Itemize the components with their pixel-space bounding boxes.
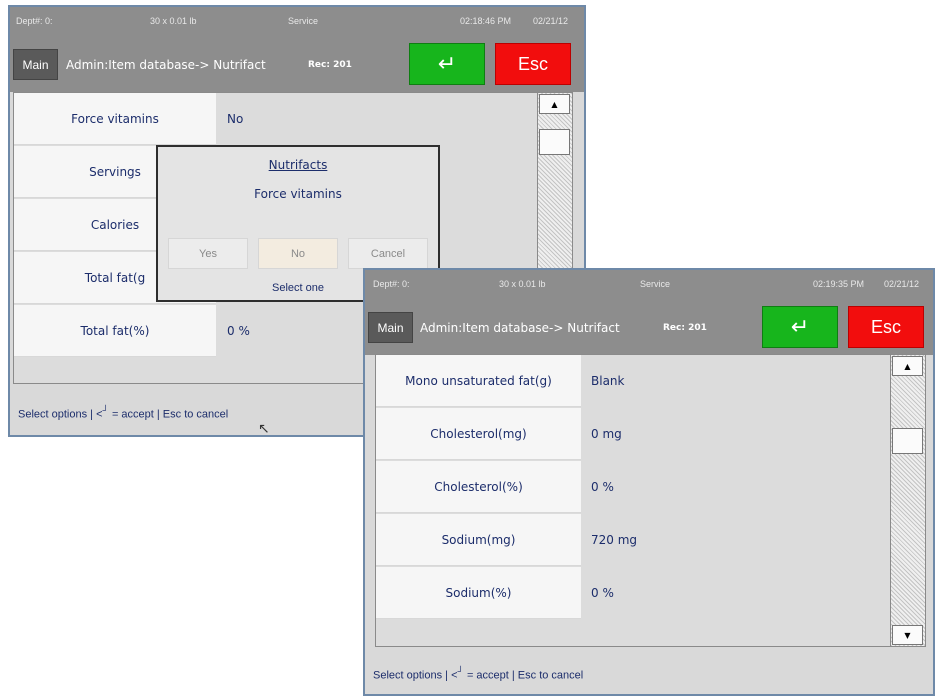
field-value: Blank <box>591 374 625 388</box>
front-window: Dept#: 0: 30 x 0.01 lb Service 02:19:35 … <box>363 268 935 696</box>
scroll-up-button[interactable]: ▲ <box>892 356 923 376</box>
esc-button[interactable]: Esc <box>848 306 924 348</box>
cancel-button[interactable]: Cancel <box>348 238 428 269</box>
field-value: 0 % <box>591 480 614 494</box>
hint-suffix: = accept | Esc to cancel <box>108 408 229 421</box>
field-value: 0 % <box>591 586 614 600</box>
dialog-title: Nutrifacts <box>268 158 328 172</box>
field-label: Force vitamins <box>14 93 216 145</box>
time-label: 02:19:35 PM <box>813 279 865 289</box>
list-item[interactable]: Mono unsaturated fat(g) Blank <box>376 355 925 407</box>
no-button[interactable]: No <box>258 238 338 269</box>
scroll-up-button[interactable]: ▲ <box>539 94 570 114</box>
enter-button[interactable]: ↵ <box>409 43 485 85</box>
list-item[interactable]: Cholesterol(%) 0 % <box>376 461 925 513</box>
field-value: 0 % <box>227 324 250 338</box>
mouse-pointer-icon: ↖ <box>258 421 270 437</box>
enter-button[interactable]: ↵ <box>762 306 838 348</box>
main-button[interactable]: Main <box>13 49 58 80</box>
scroll-down-button[interactable]: ▼ <box>892 625 923 645</box>
triangle-up-icon: ▲ <box>904 361 911 371</box>
scrollbar[interactable]: ▲ ▼ <box>890 355 925 646</box>
record-number: Rec: 201 <box>308 60 352 70</box>
hint-prefix: Select options | < <box>18 408 103 421</box>
field-label: Cholesterol(%) <box>376 461 581 513</box>
list-item[interactable]: Sodium(%) 0 % <box>376 567 925 619</box>
list-item[interactable]: Force vitamins No <box>14 93 572 145</box>
enter-arrow-icon: ↵ <box>790 314 810 340</box>
date-label: 02/21/12 <box>884 279 920 289</box>
scroll-thumb[interactable] <box>539 129 570 155</box>
scroll-thumb[interactable] <box>892 428 923 454</box>
enter-arrow-icon: ↵ <box>437 51 457 77</box>
triangle-down-icon: ▼ <box>904 630 911 640</box>
mode-label: Service <box>288 16 319 26</box>
triangle-up-icon: ▲ <box>551 99 558 109</box>
dept-label: Dept#: 0: <box>16 16 53 26</box>
field-label: Mono unsaturated fat(g) <box>376 355 581 407</box>
status-bar: Dept#: 0: 30 x 0.01 lb Service 02:18:46 … <box>10 7 584 37</box>
weight-label: 30 x 0.01 lb <box>499 279 546 289</box>
list-item[interactable]: Sodium(mg) 720 mg <box>376 514 925 566</box>
field-label: Sodium(mg) <box>376 514 581 566</box>
field-list: Mono unsaturated fat(g) Blank Cholestero… <box>375 354 926 647</box>
dept-label: Dept#: 0: <box>373 279 410 289</box>
esc-button[interactable]: Esc <box>495 43 571 85</box>
field-value: 0 mg <box>591 427 622 441</box>
hint-prefix: Select options | < <box>373 669 458 682</box>
status-bar: Dept#: 0: 30 x 0.01 lb Service 02:19:35 … <box>365 270 933 300</box>
date-label: 02/21/12 <box>533 16 569 26</box>
time-label: 02:18:46 PM <box>460 16 512 26</box>
dialog-subtitle: Force vitamins <box>254 187 342 201</box>
hint-text: Select options | <┘ = accept | Esc to ca… <box>373 666 583 682</box>
page-title: Admin:Item database-> Nutrifact <box>66 58 266 72</box>
yes-button[interactable]: Yes <box>168 238 248 269</box>
hint-suffix: = accept | Esc to cancel <box>463 669 584 682</box>
field-value: 720 mg <box>591 533 638 547</box>
field-label: Sodium(%) <box>376 567 581 619</box>
weight-label: 30 x 0.01 lb <box>150 16 197 26</box>
hint-text: Select options | <┘ = accept | Esc to ca… <box>18 405 228 421</box>
field-label: Cholesterol(mg) <box>376 408 581 460</box>
field-label: Total fat(%) <box>14 305 216 357</box>
record-number: Rec: 201 <box>663 323 707 333</box>
title-bar: Main Admin:Item database-> Nutrifact Rec… <box>365 300 933 355</box>
title-bar: Main Admin:Item database-> Nutrifact Rec… <box>10 37 584 92</box>
list-item[interactable]: Cholesterol(mg) 0 mg <box>376 408 925 460</box>
page-title: Admin:Item database-> Nutrifact <box>420 321 620 335</box>
mode-label: Service <box>640 279 671 289</box>
main-button[interactable]: Main <box>368 312 413 343</box>
field-value: No <box>227 112 244 126</box>
